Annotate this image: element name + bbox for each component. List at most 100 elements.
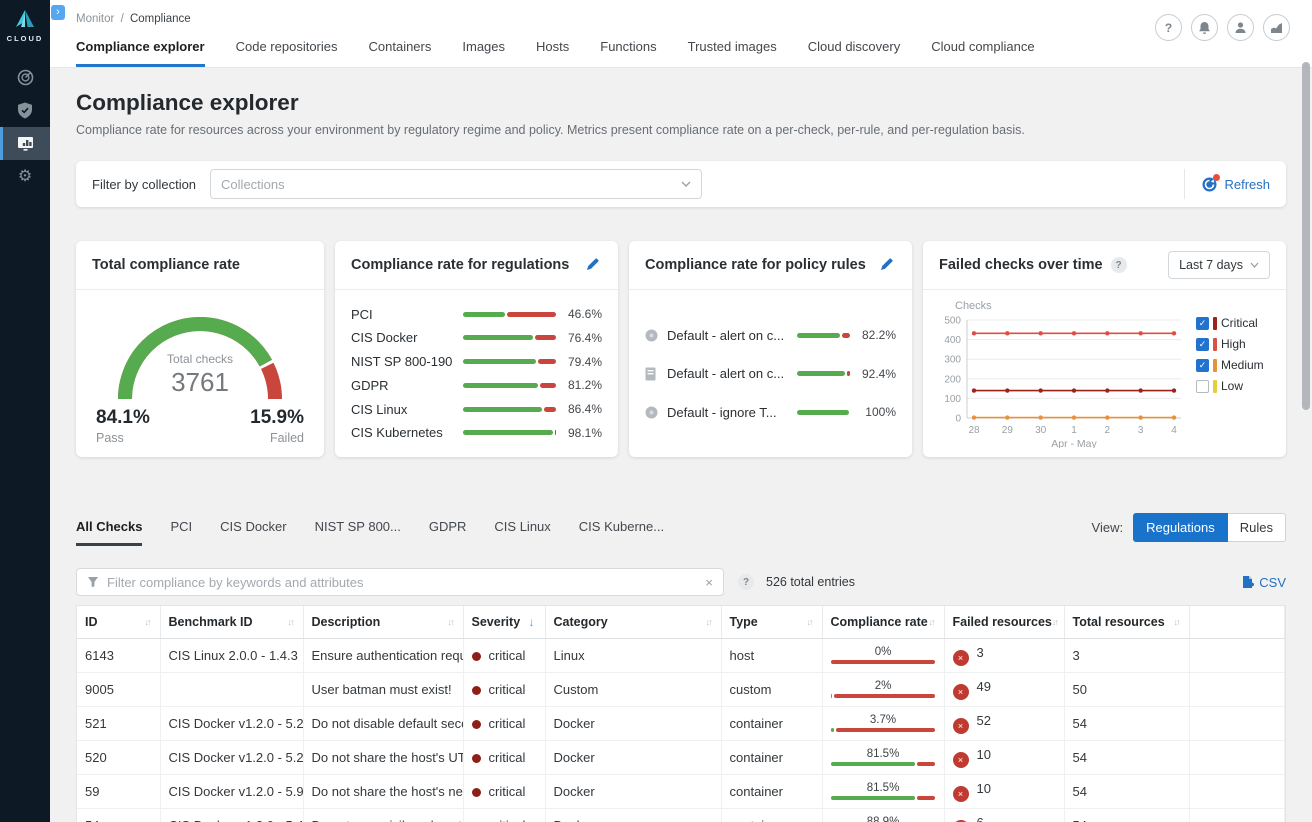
sidebar-item-monitor[interactable]: [0, 127, 50, 160]
column-header-description[interactable]: Description↓↑: [303, 606, 463, 638]
refresh-button[interactable]: Refresh: [1201, 176, 1270, 193]
sidebar-expand-button[interactable]: ›: [51, 5, 65, 20]
legend-item-medium[interactable]: ✓ Medium: [1196, 358, 1278, 372]
collections-dropdown[interactable]: [210, 169, 702, 199]
vertical-scrollbar[interactable]: [1302, 62, 1310, 410]
pass-segment: [463, 335, 533, 340]
help-tooltip-icon[interactable]: ?: [1111, 257, 1127, 273]
sidebar-item-settings[interactable]: ⚙: [0, 160, 50, 193]
top-tab-hosts[interactable]: Hosts: [536, 39, 569, 67]
policy-rule-row[interactable]: Default - alert on c...92.4%: [645, 366, 896, 381]
table-row[interactable]: 521CIS Docker v1.2.0 - 5.21Do not disabl…: [77, 706, 1285, 740]
edit-regulations-button[interactable]: [584, 255, 602, 276]
severity-critical-dot: [472, 788, 481, 797]
table-row[interactable]: 54CIS Docker v1.2.0 - 5.4Do not use priv…: [77, 808, 1285, 822]
top-tab-compliance-explorer[interactable]: Compliance explorer: [76, 39, 205, 67]
table-filter-row: × ? 526 total entries CSV: [76, 568, 1286, 596]
column-header-id[interactable]: ID↓↑: [77, 606, 160, 638]
check-tab-cis-kuberne[interactable]: CIS Kuberne...: [579, 519, 664, 546]
view-button-rules[interactable]: Rules: [1228, 513, 1286, 542]
regulation-percent: 79.4%: [556, 355, 602, 369]
compliance-bar: [463, 430, 556, 435]
top-tab-trusted-images[interactable]: Trusted images: [688, 39, 777, 67]
check-tab-cis-linux[interactable]: CIS Linux: [494, 519, 550, 546]
cell-description: Ensure authentication required fo...: [303, 638, 463, 672]
time-range-value: Last 7 days: [1179, 258, 1243, 272]
regulation-row[interactable]: CIS Kubernetes98.1%: [351, 425, 602, 440]
check-tab-pci[interactable]: PCI: [170, 519, 192, 546]
refresh-label: Refresh: [1224, 177, 1270, 192]
top-tab-functions[interactable]: Functions: [600, 39, 656, 67]
regulation-row[interactable]: NIST SP 800-19079.4%: [351, 354, 602, 369]
top-tab-code-repositories[interactable]: Code repositories: [236, 39, 338, 67]
help-button[interactable]: ?: [1155, 14, 1182, 41]
check-tab-gdpr[interactable]: GDPR: [429, 519, 467, 546]
legend-checkbox[interactable]: ✓: [1196, 359, 1209, 372]
pass-segment: [831, 728, 834, 732]
top-tab-cloud-discovery[interactable]: Cloud discovery: [808, 39, 901, 67]
table-row[interactable]: 6143CIS Linux 2.0.0 - 1.4.3Ensure authen…: [77, 638, 1285, 672]
column-header-failed-resources[interactable]: Failed resources↓↑: [944, 606, 1064, 638]
table-row[interactable]: 9005User batman must exist!criticalCusto…: [77, 672, 1285, 706]
cell-type: container: [721, 808, 822, 822]
legend-item-low[interactable]: Low: [1196, 379, 1278, 393]
regulation-row[interactable]: CIS Docker76.4%: [351, 330, 602, 345]
usage-chart-button[interactable]: [1263, 14, 1290, 41]
checks-tab-bar: All Checks PCI CIS Docker NIST SP 800... GDP…: [76, 513, 1286, 546]
view-toggle-group: View: RegulationsRules: [1092, 513, 1286, 546]
column-header-total-resources[interactable]: Total resources↓↑: [1064, 606, 1189, 638]
check-tab-nist-sp-800[interactable]: NIST SP 800...: [315, 519, 401, 546]
fail-segment: [544, 407, 556, 412]
compliance-search-input[interactable]: [107, 575, 697, 590]
policy-rule-row[interactable]: Default - ignore T...100%: [645, 405, 896, 420]
sidebar-item-defend[interactable]: [0, 94, 50, 127]
legend-label: Medium: [1221, 358, 1264, 372]
svg-text:29: 29: [1002, 425, 1014, 436]
clear-search-icon[interactable]: ×: [705, 575, 713, 590]
legend-checkbox[interactable]: ✓: [1196, 338, 1209, 351]
export-csv-button[interactable]: CSV: [1241, 575, 1286, 590]
check-tab-all-checks[interactable]: All Checks: [76, 519, 142, 546]
gear-icon: ⚙: [18, 169, 32, 185]
column-header-type[interactable]: Type↓↑: [721, 606, 822, 638]
legend-checkbox[interactable]: ✓: [1196, 317, 1209, 330]
view-button-regulations[interactable]: Regulations: [1133, 513, 1228, 542]
sort-icon: ↓↑: [807, 617, 814, 627]
regulation-percent: 98.1%: [556, 426, 602, 440]
top-tab-images[interactable]: Images: [462, 39, 505, 67]
failed-checks-card: Failed checks over time ? Last 7 days Ch…: [923, 241, 1286, 457]
column-header-category[interactable]: Category↓↑: [545, 606, 721, 638]
table-row[interactable]: 520CIS Docker v1.2.0 - 5.20Do not share …: [77, 740, 1285, 774]
sidebar-item-radar[interactable]: [0, 61, 50, 94]
container-icon: [645, 329, 667, 342]
check-tab-cis-docker[interactable]: CIS Docker: [220, 519, 286, 546]
column-header-severity[interactable]: Severity↓: [463, 606, 545, 638]
legend-item-critical[interactable]: ✓Critical: [1196, 316, 1278, 330]
table-row[interactable]: 59CIS Docker v1.2.0 - 5.9Do not share th…: [77, 774, 1285, 808]
entries-help-icon[interactable]: ?: [738, 574, 754, 590]
column-header-compliance-rate[interactable]: Compliance rate↓↑: [822, 606, 944, 638]
card-header: Compliance rate for regulations: [335, 241, 618, 290]
legend-item-high[interactable]: ✓High: [1196, 337, 1278, 351]
column-header-benchmark-id[interactable]: Benchmark ID↓↑: [160, 606, 303, 638]
policy-rule-row[interactable]: Default - alert on c...82.2%: [645, 328, 896, 343]
sidebar: CLOUD ⚙: [0, 0, 50, 822]
regulation-row[interactable]: CIS Linux86.4%: [351, 402, 602, 417]
compliance-bar: [463, 383, 556, 388]
compliance-search-box[interactable]: ×: [76, 568, 724, 596]
card-title: Compliance rate for regulations: [351, 257, 569, 273]
legend-checkbox[interactable]: [1196, 380, 1209, 393]
time-range-dropdown[interactable]: Last 7 days: [1168, 251, 1270, 279]
radar-icon: [17, 69, 34, 86]
cell-id: 9005: [77, 672, 160, 706]
collections-input[interactable]: [221, 177, 681, 192]
svg-text:3: 3: [1138, 425, 1144, 436]
regulation-row[interactable]: GDPR81.2%: [351, 378, 602, 393]
edit-policy-rules-button[interactable]: [878, 255, 896, 276]
regulation-row[interactable]: PCI46.6%: [351, 307, 602, 322]
failed-checks-chart: 01002003004005002829301234Apr - May: [931, 314, 1189, 448]
user-button[interactable]: [1227, 14, 1254, 41]
top-tab-cloud-compliance[interactable]: Cloud compliance: [931, 39, 1034, 67]
notifications-button[interactable]: [1191, 14, 1218, 41]
top-tab-containers[interactable]: Containers: [369, 39, 432, 67]
